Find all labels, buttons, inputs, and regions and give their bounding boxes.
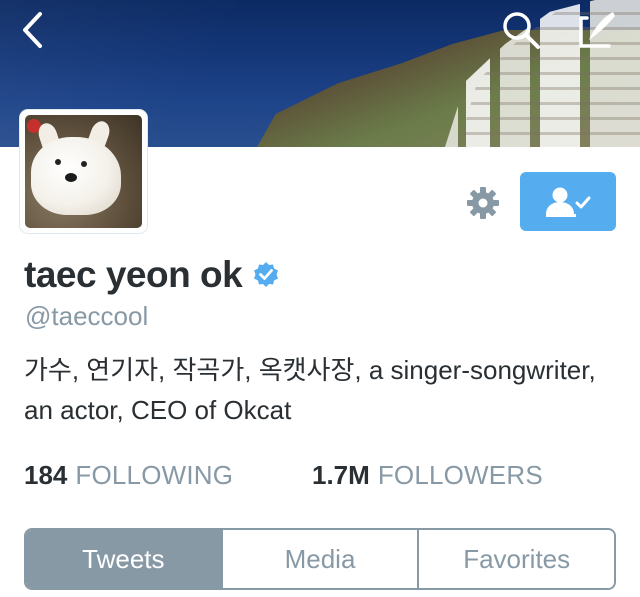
search-icon xyxy=(503,12,540,49)
search-button[interactable] xyxy=(496,8,546,52)
tab-media[interactable]: Media xyxy=(220,530,418,588)
verified-badge-icon xyxy=(252,261,280,289)
profile-name: taec yeon ok xyxy=(24,254,243,295)
followers-stat[interactable]: 1.7M FOLLOWERS xyxy=(312,460,543,491)
settings-button[interactable] xyxy=(462,183,504,223)
compose-tweet-icon xyxy=(579,12,615,48)
back-button[interactable] xyxy=(10,8,54,52)
following-stat[interactable]: 184 FOLLOWING xyxy=(24,460,233,491)
profile-avatar[interactable] xyxy=(20,110,147,233)
chevron-left-icon xyxy=(23,12,42,48)
following-user-check-icon xyxy=(546,187,591,217)
profile-handle: @taeccool xyxy=(25,301,149,331)
following-label: FOLLOWING xyxy=(75,460,234,490)
tab-favorites[interactable]: Favorites xyxy=(417,530,614,588)
followers-count: 1.7M xyxy=(312,460,370,490)
profile-name-row: taec yeon ok xyxy=(24,254,280,296)
profile-stats: 184 FOLLOWING 1.7M FOLLOWERS xyxy=(24,460,543,491)
following-button[interactable] xyxy=(520,172,616,231)
avatar-dog-eye xyxy=(81,161,87,167)
avatar-photo xyxy=(25,115,142,228)
profile-tabs: Tweets Media Favorites xyxy=(24,528,616,590)
tab-tweets[interactable]: Tweets xyxy=(26,530,221,588)
following-count: 184 xyxy=(24,460,68,490)
avatar-dog-eye xyxy=(55,159,61,165)
followers-label: FOLLOWERS xyxy=(377,460,543,490)
gear-icon xyxy=(467,187,499,219)
profile-bio: 가수, 연기자, 작곡가, 옥캣사장, a singer-songwriter,… xyxy=(24,355,596,425)
compose-tweet-button[interactable] xyxy=(572,8,622,52)
avatar-dog-nose xyxy=(65,173,77,182)
